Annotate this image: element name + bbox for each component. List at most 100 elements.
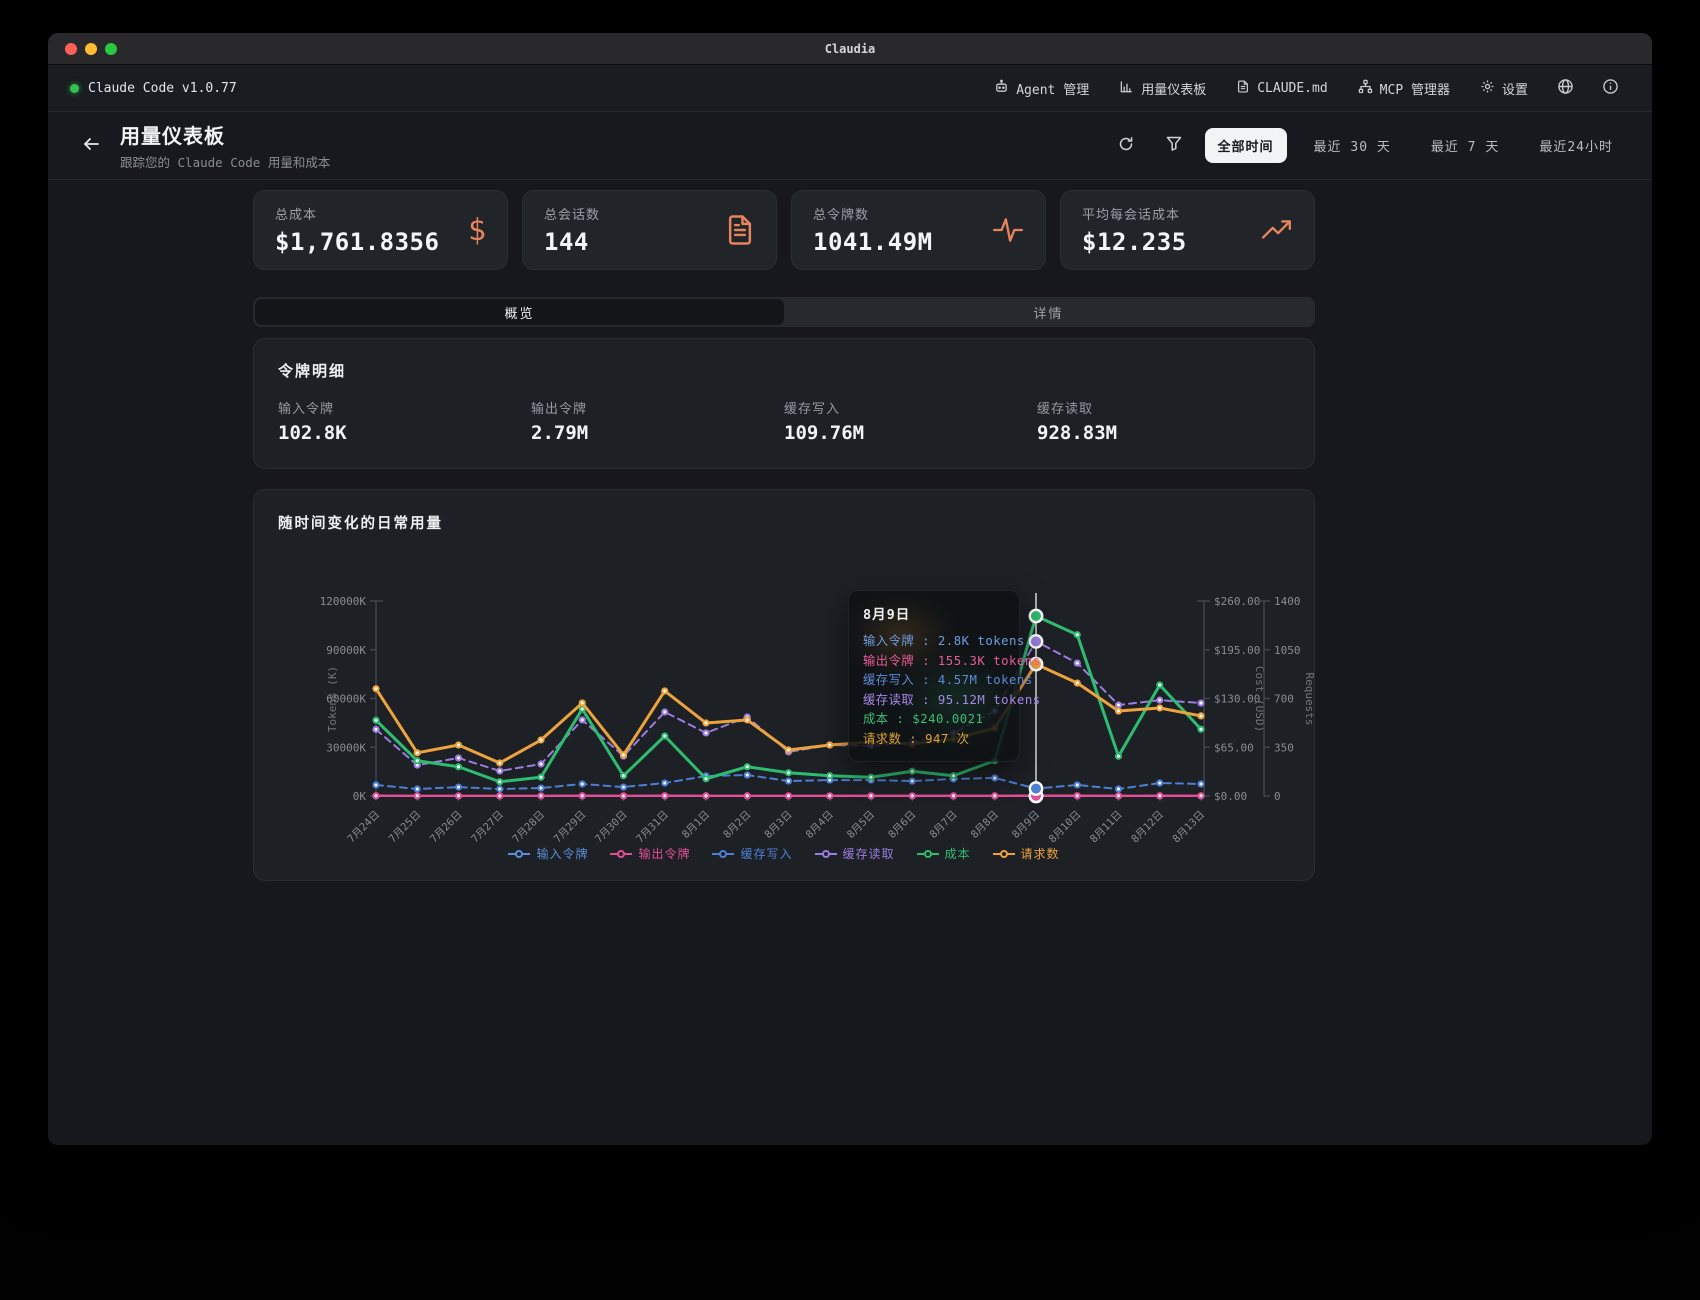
tooltip-rows: 输入令牌 : 2.8K tokens输出令牌 : 155.3K tokens缓存… <box>863 632 1005 749</box>
filter-last-24-hours[interactable]: 最近24小时 <box>1526 128 1626 163</box>
svg-text:7月24日: 7月24日 <box>345 809 382 843</box>
activity-icon <box>992 215 1024 245</box>
svg-text:8月2日: 8月2日 <box>721 809 753 841</box>
breakdown-cache-write: 缓存写入 109.76M <box>784 398 1037 444</box>
stat-value: 144 <box>544 228 600 256</box>
bar-chart-icon <box>1119 79 1134 98</box>
legend-item-输入令牌[interactable]: 输入令牌 <box>508 845 588 862</box>
tooltip-row: 输入令牌 : 2.8K tokens <box>863 632 1005 652</box>
view-tabs: 概览 详情 <box>253 297 1315 327</box>
nav-usage-dashboard[interactable]: 用量仪表板 <box>1109 72 1216 105</box>
page-title-block: 用量仪表板 跟踪您的 Claude Code 用量和成本 <box>120 120 330 171</box>
svg-text:1050: 1050 <box>1274 644 1301 657</box>
about-button[interactable] <box>1593 71 1628 106</box>
svg-text:8月4日: 8月4日 <box>804 809 836 841</box>
nav-claude-md[interactable]: CLAUDE.md <box>1226 72 1337 105</box>
legend-item-成本[interactable]: 成本 <box>917 845 971 862</box>
svg-text:350: 350 <box>1274 741 1294 754</box>
svg-text:7月27日: 7月27日 <box>469 809 506 843</box>
svg-text:7月30日: 7月30日 <box>593 809 630 843</box>
chart-tooltip: 8月9日 输入令牌 : 2.8K tokens输出令牌 : 155.3K tok… <box>848 590 1020 762</box>
tab-overview[interactable]: 概览 <box>255 299 784 325</box>
nav-mcp-manager[interactable]: MCP 管理器 <box>1348 72 1460 105</box>
filter-last-7-days[interactable]: 最近 7 天 <box>1418 128 1512 163</box>
nav-agents[interactable]: Agent 管理 <box>984 72 1099 105</box>
minimize-window-button[interactable] <box>85 43 97 55</box>
stat-label: 平均每会话成本 <box>1082 204 1187 223</box>
back-arrow-icon <box>82 136 100 156</box>
titlebar: Claudia <box>48 33 1652 65</box>
chart-legend: 输入令牌 输出令牌 缓存写入 缓存读取 成本 请求数 <box>254 843 1314 872</box>
svg-text:8月8日: 8月8日 <box>969 809 1001 841</box>
svg-text:7月29日: 7月29日 <box>552 809 589 843</box>
nav-settings-label: 设置 <box>1502 79 1528 98</box>
page-subtitle: 跟踪您的 Claude Code 用量和成本 <box>120 152 330 171</box>
legend-label: 输出令牌 <box>638 845 690 862</box>
nav-agents-label: Agent 管理 <box>1016 79 1089 98</box>
breakdown-label: 输入令牌 <box>278 398 531 417</box>
stat-card-total-sessions: 总会话数 144 <box>522 190 777 270</box>
legend-label: 缓存读取 <box>843 845 895 862</box>
svg-text:8月3日: 8月3日 <box>762 809 794 841</box>
stat-label: 总令牌数 <box>813 204 933 223</box>
app-header: Claude Code v1.0.77 Agent 管理 用量仪表板 CLAUD… <box>48 65 1652 112</box>
filter-button[interactable] <box>1157 129 1191 162</box>
legend-item-缓存读取[interactable]: 缓存读取 <box>815 845 895 862</box>
stat-label: 总会话数 <box>544 204 600 223</box>
legend-label: 成本 <box>945 845 971 862</box>
usage-line-chart[interactable]: 0K30000K60000K90000K120000KTokens (K)$0.… <box>254 541 1316 843</box>
legend-item-缓存写入[interactable]: 缓存写入 <box>712 845 792 862</box>
breakdown-label: 缓存读取 <box>1037 398 1290 417</box>
filter-last-30-days[interactable]: 最近 30 天 <box>1301 128 1404 163</box>
token-breakdown-grid: 输入令牌 102.8K 输出令牌 2.79M 缓存写入 109.76M 缓存读取… <box>278 398 1290 444</box>
dollar-icon: $ <box>468 213 486 248</box>
filter-all-time[interactable]: 全部时间 <box>1205 128 1287 163</box>
tooltip-row: 成本 : $240.0021 <box>863 710 1005 730</box>
refresh-button[interactable] <box>1109 129 1143 163</box>
svg-text:8月13日: 8月13日 <box>1170 809 1207 843</box>
legend-label: 缓存写入 <box>740 845 792 862</box>
tooltip-row: 缓存写入 : 4.57M tokens <box>863 671 1005 691</box>
language-button[interactable] <box>1548 71 1583 106</box>
nav-settings[interactable]: 设置 <box>1470 72 1538 105</box>
legend-label: 输入令牌 <box>536 845 588 862</box>
legend-marker-icon <box>610 849 632 859</box>
svg-text:0: 0 <box>1274 790 1281 803</box>
gear-icon <box>1480 79 1495 98</box>
svg-text:8月11日: 8月11日 <box>1088 809 1125 843</box>
time-filter-controls: 全部时间 最近 30 天 最近 7 天 最近24小时 <box>1109 128 1626 163</box>
svg-text:$195.00: $195.00 <box>1214 644 1260 657</box>
legend-item-输出令牌[interactable]: 输出令牌 <box>610 845 690 862</box>
maximize-window-button[interactable] <box>105 43 117 55</box>
stat-cards: 总成本 $1,761.8356 $ 总会话数 144 总令牌数 1041.49M <box>253 190 1315 270</box>
token-breakdown-title: 令牌明细 <box>278 360 1290 381</box>
status-label: Claude Code v1.0.77 <box>88 81 237 96</box>
legend-marker-icon <box>993 849 1015 859</box>
app-window: Claudia Claude Code v1.0.77 Agent 管理 用量仪… <box>48 33 1652 1145</box>
svg-text:700: 700 <box>1274 693 1294 706</box>
breakdown-input-tokens: 输入令牌 102.8K <box>278 398 531 444</box>
svg-text:$260.00: $260.00 <box>1214 595 1260 608</box>
stat-value: 1041.49M <box>813 228 933 256</box>
svg-text:7月31日: 7月31日 <box>634 809 671 843</box>
svg-text:8月6日: 8月6日 <box>886 809 918 841</box>
nav-usage-label: 用量仪表板 <box>1141 79 1206 98</box>
close-window-button[interactable] <box>65 43 77 55</box>
breakdown-value: 928.83M <box>1037 422 1290 444</box>
back-button[interactable] <box>74 129 108 163</box>
svg-text:30000K: 30000K <box>326 741 366 754</box>
tab-details[interactable]: 详情 <box>784 299 1313 325</box>
stat-value: $12.235 <box>1082 228 1187 256</box>
chart-title: 随时间变化的日常用量 <box>278 512 1314 533</box>
file-text-icon <box>725 214 755 246</box>
legend-marker-icon <box>815 849 837 859</box>
daily-usage-chart-panel: 随时间变化的日常用量 0K30000K60000K90000K120000KTo… <box>253 489 1315 881</box>
legend-marker-icon <box>712 849 734 859</box>
stat-card-avg-cost-per-session: 平均每会话成本 $12.235 <box>1060 190 1315 270</box>
svg-text:120000K: 120000K <box>320 595 367 608</box>
nodes-icon <box>1358 79 1373 98</box>
svg-text:7月25日: 7月25日 <box>387 809 424 843</box>
legend-item-请求数[interactable]: 请求数 <box>993 845 1060 862</box>
bot-icon <box>994 79 1009 98</box>
breakdown-value: 102.8K <box>278 422 531 444</box>
